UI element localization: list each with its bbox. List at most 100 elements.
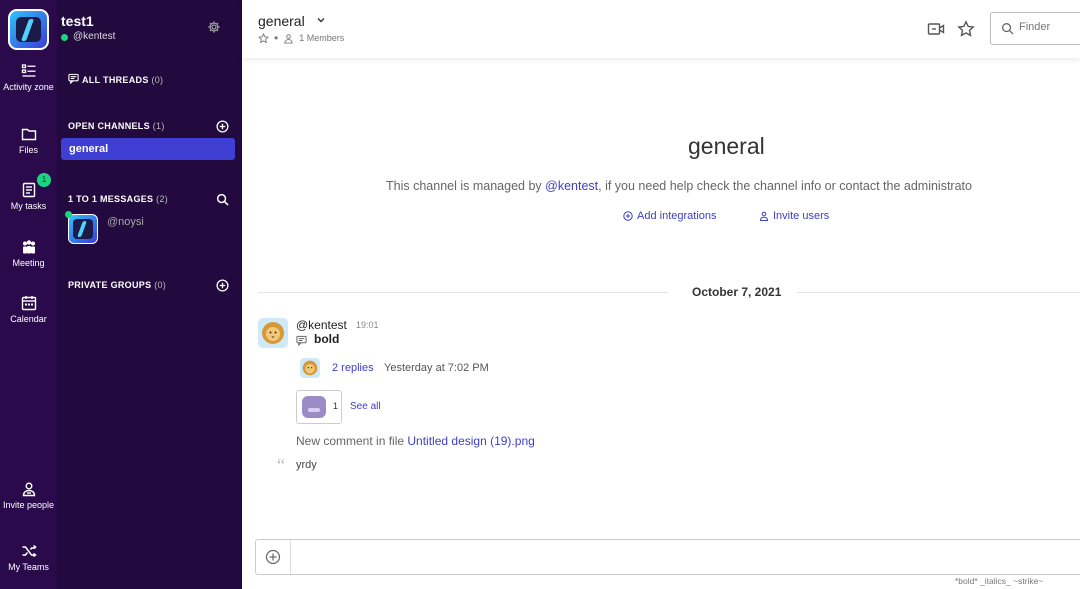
section-count: (1) [152, 121, 165, 131]
file-comment: New comment in file Untitled design (19)… [296, 434, 535, 448]
rail-label: Invite people [2, 500, 55, 510]
rail-label: My Teams [8, 562, 49, 572]
threads-icon [68, 73, 79, 84]
dm-item-noysi[interactable]: @noysi [107, 216, 144, 228]
avatar [300, 358, 320, 378]
star-icon[interactable] [258, 32, 269, 44]
section-count: (0) [154, 280, 167, 290]
channel-intro-text: This channel is managed by @kentest, if … [386, 179, 972, 193]
message-composer [255, 539, 1080, 575]
chevron-down-icon[interactable] [316, 15, 326, 25]
member-icon [284, 33, 293, 44]
add-channel-icon[interactable] [216, 120, 229, 133]
link-label: Invite users [773, 210, 830, 222]
workspace-logo[interactable] [8, 9, 49, 50]
invite-people-icon [22, 482, 35, 497]
avatar[interactable] [68, 214, 98, 244]
channel-intro-title: general [688, 133, 765, 159]
admin-mention[interactable]: @kentest [545, 179, 598, 193]
sidebar: test1 @kentest ALL THREADS (0) OPEN CHAN… [57, 0, 242, 589]
finder-input[interactable] [1019, 21, 1080, 33]
replies-time: Yesterday at 7:02 PM [384, 362, 489, 374]
message-time: 19:01 [356, 320, 379, 330]
link-label: Add integrations [637, 210, 717, 222]
section-count: (2) [156, 194, 169, 204]
all-threads-section[interactable]: ALL THREADS (0) [82, 75, 163, 85]
comment-prefix: New comment in file [296, 434, 408, 448]
channel-meta: • 1 Members [258, 31, 344, 45]
online-status-dot [61, 34, 68, 41]
direct-messages-section: 1 TO 1 MESSAGES (2) [68, 194, 168, 204]
lion-avatar-icon [302, 360, 318, 376]
calendar-icon [21, 296, 36, 311]
intro-suffix: , if you need help check the channel inf… [598, 179, 972, 193]
date-divider-line [258, 292, 668, 293]
date-separator: October 7, 2021 [692, 285, 782, 299]
intro-prefix: This channel is managed by [386, 179, 546, 193]
add-circle-icon [623, 211, 633, 221]
section-label: 1 TO 1 MESSAGES [68, 194, 154, 204]
channel-title[interactable]: general [258, 13, 305, 29]
add-attachment-button[interactable] [256, 540, 291, 574]
rail-label: Calendar [10, 314, 47, 324]
thread-icon [296, 335, 307, 346]
shuffle-icon [22, 544, 37, 558]
section-label: OPEN CHANNELS [68, 121, 150, 131]
separator-dot: • [274, 31, 279, 45]
search-icon[interactable] [216, 193, 229, 206]
replies-link[interactable]: 2 replies [332, 362, 374, 374]
rail-files[interactable]: Files [0, 126, 57, 155]
quote-icon: “ [277, 455, 285, 475]
rail-label: Meeting [12, 258, 45, 268]
format-hint: *bold* _italics_ ~strike~ [955, 576, 1044, 586]
rail-my-teams[interactable]: My Teams [0, 543, 57, 572]
date-divider-line [797, 292, 1080, 293]
attachment-preview[interactable]: 1 [296, 390, 342, 424]
add-integrations-link[interactable]: Add integrations [623, 210, 717, 222]
message-text: bold [314, 332, 340, 346]
rail-label: Files [18, 145, 38, 155]
message-author[interactable]: @kentest [296, 318, 347, 332]
attachment-thumbnail [302, 396, 326, 418]
star-icon[interactable] [957, 20, 975, 38]
section-label: PRIVATE GROUPS [68, 280, 152, 290]
message-input[interactable] [298, 548, 1058, 562]
activity-icon [21, 64, 35, 77]
tasks-icon [22, 182, 35, 198]
search-icon [1002, 23, 1014, 35]
see-all-link[interactable]: See all [350, 401, 381, 412]
add-group-icon[interactable] [216, 279, 229, 292]
add-circle-icon [265, 549, 281, 565]
lion-avatar-icon [262, 322, 284, 344]
online-status-dot [65, 211, 72, 218]
open-channels-section: OPEN CHANNELS (1) [68, 121, 165, 131]
channel-item-general[interactable]: general [61, 138, 235, 160]
folder-icon [21, 128, 36, 141]
channel-header: general • 1 Members [242, 0, 1080, 58]
rail-meeting[interactable]: Meeting [0, 239, 57, 268]
invite-users-link[interactable]: Invite users [759, 210, 829, 222]
file-link[interactable]: Untitled design (19).png [407, 434, 534, 448]
private-groups-section: PRIVATE GROUPS (0) [68, 280, 166, 290]
section-count: (0) [151, 75, 164, 85]
tasks-badge: 1 [37, 173, 51, 187]
invite-user-icon [759, 211, 769, 221]
member-count[interactable]: 1 Members [299, 33, 344, 43]
quoted-text: yrdy [296, 459, 317, 471]
rail-my-tasks[interactable]: My tasks [0, 182, 57, 211]
video-call-icon[interactable] [927, 20, 945, 38]
section-label: ALL THREADS [82, 75, 149, 85]
rail-calendar[interactable]: Calendar [0, 295, 57, 324]
gear-icon[interactable] [207, 20, 221, 34]
workspace-name[interactable]: test1 [61, 13, 94, 29]
rail-activity-zone[interactable]: Activity zone [0, 63, 57, 92]
rail-label: My tasks [10, 201, 47, 211]
finder-search[interactable] [990, 12, 1080, 45]
app-rail: Activity zone Files My tasks 1 Meeting C… [0, 0, 57, 589]
avatar[interactable] [258, 318, 288, 348]
rail-invite-people[interactable]: Invite people [0, 481, 57, 510]
attachment-count: 1 [333, 401, 339, 411]
meeting-icon [22, 240, 35, 254]
rail-label: Activity zone [3, 82, 54, 92]
current-user: @kentest [73, 31, 116, 42]
